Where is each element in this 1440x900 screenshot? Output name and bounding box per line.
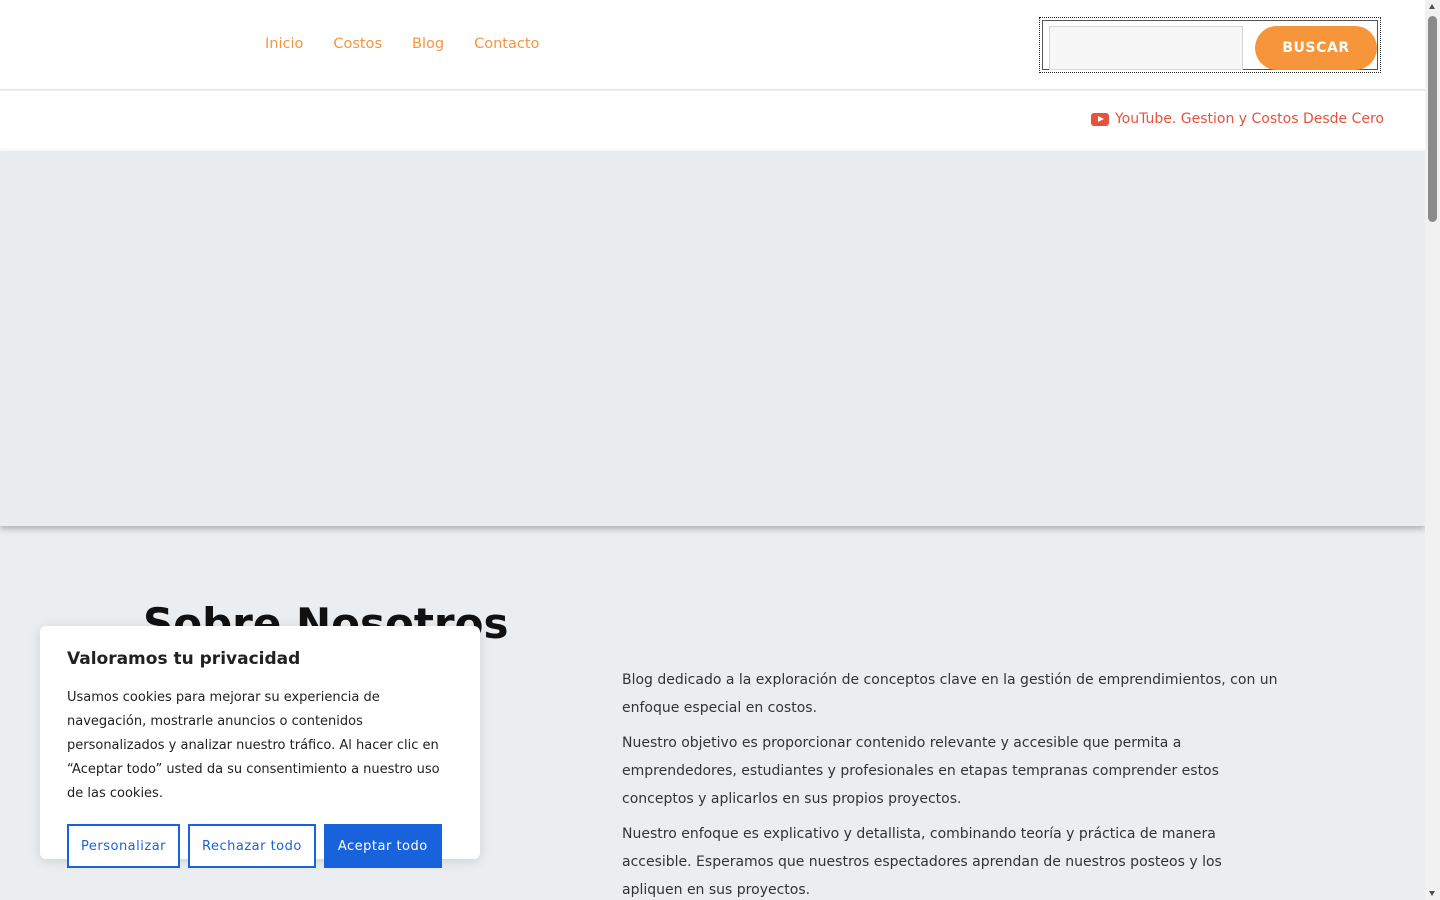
search-form: BUSCAR: [1039, 17, 1381, 73]
about-paragraph: Nuestro enfoque es explicativo y detalli…: [622, 826, 1222, 898]
top-bar: YouTube. Gestion y Costos Desde Cero: [0, 91, 1425, 151]
hero-banner: [0, 151, 1425, 526]
nav-item-inicio[interactable]: Inicio: [265, 34, 303, 54]
customize-button[interactable]: Personalizar: [67, 824, 181, 868]
search-form-inner: BUSCAR: [1042, 20, 1378, 70]
cookie-buttons: Personalizar Rechazar todo Aceptar todo: [67, 824, 453, 868]
youtube-link[interactable]: YouTube. Gestion y Costos Desde Cero: [1090, 111, 1384, 127]
nav-item-blog[interactable]: Blog: [412, 34, 444, 54]
cookie-title: Valoramos tu privacidad: [67, 649, 301, 669]
site-header: Inicio Costos Blog Contacto BUSCAR: [0, 0, 1425, 90]
main-nav: Inicio Costos Blog Contacto: [265, 34, 539, 54]
scroll-up-arrow-icon[interactable]: [1429, 4, 1435, 9]
about-text: Blog dedicado a la exploración de concep…: [622, 666, 1282, 900]
nav-item-contacto[interactable]: Contacto: [474, 34, 539, 54]
cookie-consent-banner: Valoramos tu privacidad Usamos cookies p…: [40, 626, 480, 868]
youtube-link-label: YouTube. Gestion y Costos Desde Cero: [1114, 111, 1384, 127]
scrollbar-thumb[interactable]: [1428, 16, 1437, 222]
cookie-text: Usamos cookies para mejorar su experienc…: [67, 690, 440, 801]
scroll-down-arrow-icon[interactable]: [1429, 891, 1435, 896]
search-input[interactable]: [1049, 26, 1243, 70]
page-scrollbar[interactable]: [1425, 0, 1440, 900]
about-paragraph: Blog dedicado a la exploración de concep…: [622, 672, 1278, 716]
about-paragraph: Nuestro objetivo es proporcionar conteni…: [622, 735, 1219, 807]
reject-all-button[interactable]: Rechazar todo: [188, 824, 316, 868]
youtube-icon: [1090, 112, 1109, 126]
nav-item-costos[interactable]: Costos: [333, 34, 382, 54]
search-button[interactable]: BUSCAR: [1255, 26, 1377, 70]
accept-all-button[interactable]: Aceptar todo: [323, 824, 442, 868]
